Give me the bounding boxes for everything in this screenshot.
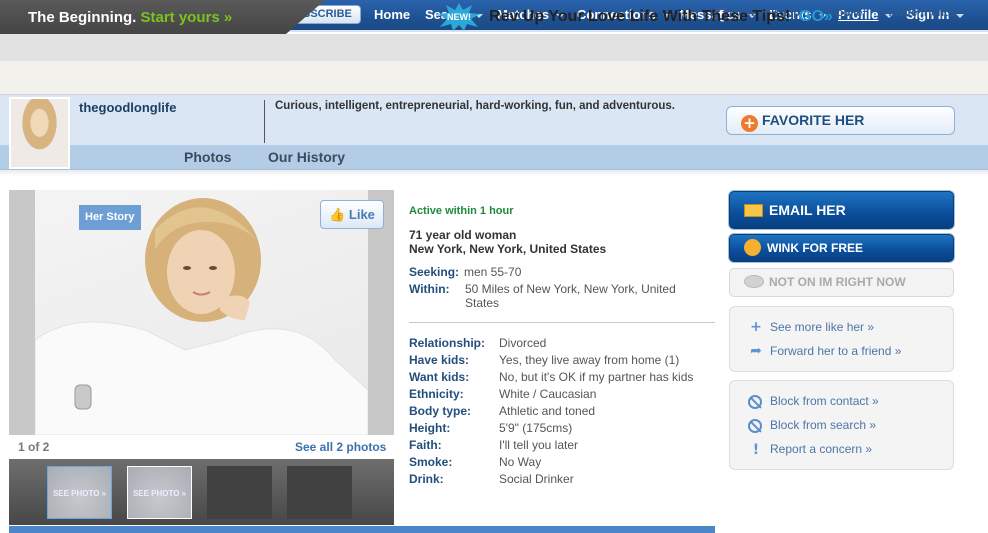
new-starburst-icon: NEW! xyxy=(438,3,480,31)
im-status-button: NOT ON IM RIGHT NOW xyxy=(729,268,954,297)
favorite-label: FAVORITE HER xyxy=(762,112,865,128)
attribute-row: Body type: Athletic and toned xyxy=(409,403,715,420)
within-label: Within: xyxy=(409,282,450,296)
attribute-label: Faith: xyxy=(409,438,442,452)
details-divider xyxy=(409,322,715,323)
attribute-label: Height: xyxy=(409,421,451,435)
block-icon xyxy=(748,395,762,409)
nav-label: Home xyxy=(374,7,411,22)
attribute-row: Drink: Social Drinker xyxy=(409,471,715,488)
favorite-her-button[interactable]: + FAVORITE HER xyxy=(726,106,955,135)
forward-arrow-icon: ➦ xyxy=(750,343,762,359)
im-status-label: NOT ON IM RIGHT NOW xyxy=(769,275,906,289)
attribute-label: Relationship: xyxy=(409,336,486,350)
photo-thumbnail-1[interactable]: SEE PHOTO » xyxy=(47,466,112,519)
age-location: 71 year old woman New York, New York, Uni… xyxy=(409,228,606,256)
within-value: 50 Miles of New York, New York, United S… xyxy=(465,282,676,310)
attribute-value: Athletic and toned xyxy=(499,404,596,418)
promo-headline[interactable]: Rev Up Your Love Life With These Tips! xyxy=(489,8,790,26)
seeking-label: Seeking: xyxy=(409,265,460,279)
tab-photos[interactable]: Photos xyxy=(178,145,237,170)
photo-thumbnail-2[interactable]: SEE PHOTO » xyxy=(127,466,192,519)
invite-friends-link[interactable]: + invite friends xyxy=(879,7,957,19)
block-from-search-link[interactable]: Block from search » xyxy=(770,418,876,432)
see-more-like-her-link[interactable]: See more like her » xyxy=(770,320,874,334)
profile-tabs-bar xyxy=(0,145,988,170)
wink-button[interactable]: WINK FOR FREE xyxy=(729,234,954,262)
chat-bubble-icon xyxy=(744,275,764,288)
start-yours-link[interactable]: Start yours » xyxy=(141,9,233,26)
discover-actions-panel xyxy=(729,306,954,372)
envelope-icon xyxy=(744,204,763,217)
tabs-shadow xyxy=(0,170,988,176)
promo-go-link[interactable]: GO» xyxy=(799,8,833,26)
attribute-value: I'll tell you later xyxy=(499,438,578,452)
attribute-value: White / Caucasian xyxy=(499,387,597,401)
report-concern-link[interactable]: Report a concern » xyxy=(770,442,872,456)
promo-banner xyxy=(0,61,988,95)
empty-thumbnail-slot xyxy=(287,466,352,519)
nav-home[interactable]: Home xyxy=(374,7,410,22)
attribute-value: 5'9" (175cms) xyxy=(499,421,573,435)
attribute-row: Smoke: No Way xyxy=(409,454,715,471)
profile-avatar[interactable] xyxy=(9,97,70,169)
email-her-button[interactable]: EMAIL HER xyxy=(729,191,954,229)
promo-tagline: The Beginning. xyxy=(28,9,137,26)
wink-label: WINK FOR FREE xyxy=(767,241,863,255)
utility-bar xyxy=(0,34,988,61)
seeking-row: Seeking: men 55-70 xyxy=(409,264,715,281)
seeking-value: men 55-70 xyxy=(464,265,522,279)
attribute-row: Ethnicity: White / Caucasian xyxy=(409,386,715,403)
chevron-down-icon xyxy=(956,13,965,18)
attribute-row: Want kids: No, but it's OK if my partner … xyxy=(409,369,715,386)
forward-to-friend-link[interactable]: Forward her to a friend » xyxy=(770,344,901,358)
avatar-image xyxy=(11,99,68,167)
content-bottom-bar xyxy=(9,526,715,533)
see-all-photos-link[interactable]: See all 2 photos xyxy=(295,440,386,454)
new-badge-text: NEW! xyxy=(447,12,471,22)
profile-username: thegoodlonglife xyxy=(79,100,177,115)
exclamation-icon: ! xyxy=(752,442,760,458)
activity-status: Active within 1 hour xyxy=(409,205,514,217)
attribute-label: Have kids: xyxy=(409,353,470,367)
attribute-row: Height: 5'9" (175cms) xyxy=(409,420,715,437)
plus-icon: + xyxy=(750,319,762,335)
location-line: New York, New York, United States xyxy=(409,242,607,256)
wink-smiley-icon xyxy=(744,239,761,256)
age-line: 71 year old woman xyxy=(409,228,517,242)
attribute-label: Body type: xyxy=(409,404,472,418)
within-row: Within: 50 Miles of New York, New York, … xyxy=(409,281,715,315)
attribute-value: Social Drinker xyxy=(499,472,574,486)
like-button[interactable]: 👍 Like xyxy=(320,200,384,229)
attribute-value: No Way xyxy=(499,455,542,469)
thumbs-up-icon: 👍 xyxy=(329,207,346,222)
attribute-row: Relationship: Divorced xyxy=(409,335,715,352)
like-label: Like xyxy=(348,207,375,222)
header-divider xyxy=(264,100,265,143)
attribute-row: Have kids: Yes, they live away from home … xyxy=(409,352,715,369)
email-label: EMAIL HER xyxy=(769,202,846,218)
profile-tagline: Curious, intelligent, entrepreneurial, h… xyxy=(275,100,675,112)
attribute-label: Ethnicity: xyxy=(409,387,464,401)
attribute-label: Drink: xyxy=(409,472,444,486)
promo-start-yours[interactable]: The Beginning. Start yours » xyxy=(28,9,232,26)
block-from-contact-link[interactable]: Block from contact » xyxy=(770,394,879,408)
empty-thumbnail-slot xyxy=(207,466,272,519)
attribute-row: Faith: I'll tell you later xyxy=(409,437,715,454)
tab-our-history[interactable]: Our History xyxy=(262,145,351,170)
block-icon xyxy=(748,419,762,433)
attribute-label: Smoke: xyxy=(409,455,453,469)
attribute-value: Yes, they live away from home (1) xyxy=(499,353,680,367)
attribute-value: No, but it's OK if my partner has kids xyxy=(499,370,694,384)
tab-her-story[interactable]: Her Story xyxy=(79,205,141,230)
attribute-value: Divorced xyxy=(499,336,547,350)
plus-circle-icon: + xyxy=(741,115,758,132)
photo-counter: 1 of 2 xyxy=(18,440,50,454)
attribute-label: Want kids: xyxy=(409,370,470,384)
